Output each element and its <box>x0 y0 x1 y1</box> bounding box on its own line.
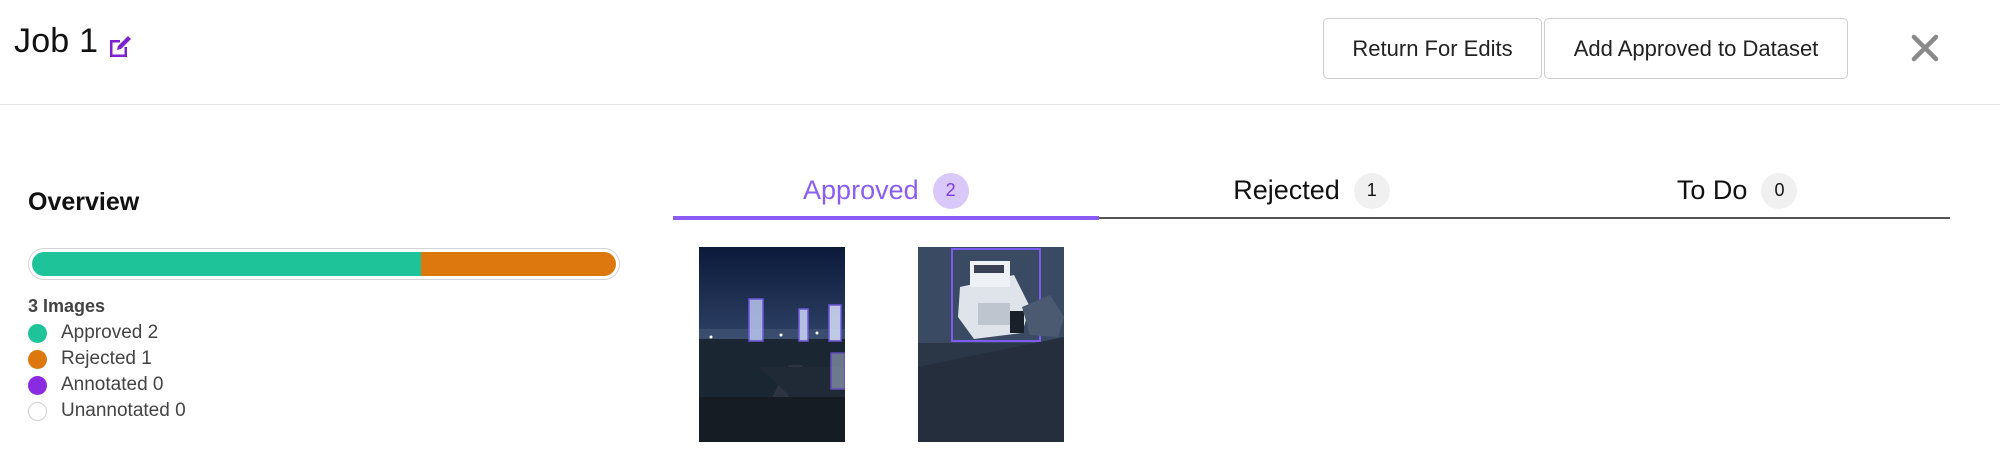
tab-rejected[interactable]: Rejected 1 <box>1099 164 1525 217</box>
header-bar: Job 1 Return For Edits Add Approved to D… <box>0 0 2000 105</box>
tab-rejected-label: Rejected <box>1233 175 1340 205</box>
close-icon[interactable] <box>1907 30 1943 66</box>
edit-icon[interactable] <box>106 33 134 61</box>
boat-dock-thumbnail[interactable] <box>918 247 1064 442</box>
tab-to-do-label: To Do <box>1676 175 1748 205</box>
tab-to-do-count-badge: 0 <box>1761 172 1798 209</box>
legend: Approved 2 Rejected 1 Annotated 0 Unanno… <box>28 320 186 424</box>
tab-rejected-count-badge: 1 <box>1353 172 1390 209</box>
legend-label-approved: Approved 2 <box>61 322 159 343</box>
job-title: Job 1 <box>14 22 99 60</box>
legend-item-unannotated: Unannotated 0 <box>28 398 186 424</box>
review-tabs: Approved 2 Rejected 1 To Do 0 <box>673 164 1950 220</box>
tab-to-do[interactable]: To Do 0 <box>1524 164 1950 217</box>
legend-label-unannotated: Unannotated 0 <box>61 400 186 421</box>
images-count: 3 Images <box>28 296 106 316</box>
rejected-dot-icon <box>28 349 47 369</box>
overview-title: Overview <box>28 188 140 216</box>
progress-bar <box>28 248 620 280</box>
legend-item-rejected: Rejected 1 <box>28 346 186 372</box>
progress-approved-segment <box>32 252 422 276</box>
add-approved-to-dataset-button[interactable]: Add Approved to Dataset <box>1544 18 1848 79</box>
approved-dot-icon <box>28 323 47 343</box>
legend-item-annotated: Annotated 0 <box>28 372 186 398</box>
annotated-dot-icon <box>28 375 47 395</box>
legend-label-rejected: Rejected 1 <box>61 348 152 369</box>
harbor-night-thumbnail[interactable] <box>699 247 845 442</box>
tab-approved[interactable]: Approved 2 <box>673 164 1099 220</box>
unannotated-dot-icon <box>28 401 47 421</box>
return-for-edits-button[interactable]: Return For Edits <box>1323 18 1542 79</box>
legend-item-approved: Approved 2 <box>28 320 186 346</box>
tab-approved-label: Approved <box>803 175 919 205</box>
progress-rejected-segment <box>421 252 616 276</box>
tab-approved-count-badge: 2 <box>932 172 969 209</box>
legend-label-annotated: Annotated 0 <box>61 374 164 395</box>
